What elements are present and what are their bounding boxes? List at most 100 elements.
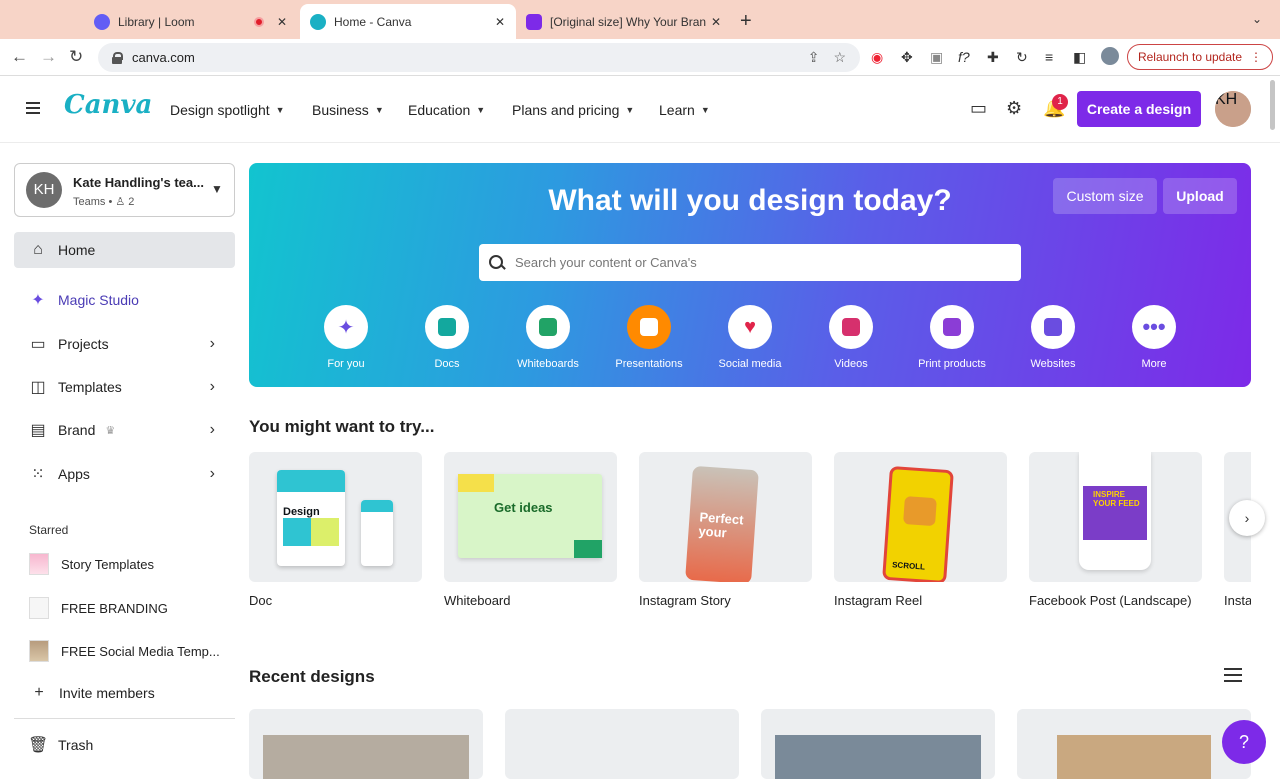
card-thumbnail: Design (249, 452, 422, 582)
category-videos[interactable]: Videos (805, 305, 897, 370)
profile-avatar-icon[interactable] (1101, 47, 1119, 65)
template-card-instagram-reel[interactable]: SCROLL Instagram Reel (834, 452, 1007, 608)
new-tab-icon[interactable]: + (740, 10, 752, 33)
recent-heading: Recent designs (249, 667, 375, 686)
create-design-button[interactable]: Create a design (1077, 91, 1201, 127)
nav-label: Design spotlight (170, 102, 270, 118)
template-card-whiteboard[interactable]: Get ideas Whiteboard (444, 452, 617, 608)
category-whiteboards[interactable]: Whiteboards (502, 305, 594, 370)
category-websites[interactable]: Websites (1007, 305, 1099, 370)
template-card-facebook-post[interactable]: INSPIRE YOUR FEED Facebook Post (Landscap… (1029, 452, 1202, 608)
sidepanel-icon[interactable]: ◧ (1073, 49, 1086, 66)
tab-original-size[interactable]: [Original size] Why Your Brand ✕ (516, 4, 732, 39)
starred-item[interactable]: FREE Social Media Temp... (29, 639, 220, 663)
nav-plans-pricing[interactable]: Plans and pricing ▼ (512, 102, 634, 118)
back-icon[interactable]: ← (11, 47, 28, 67)
bookmark-star-icon[interactable]: ☆ (833, 49, 846, 66)
tab-canva[interactable]: Home - Canva ✕ (300, 4, 516, 39)
nav-design-spotlight[interactable]: Design spotlight ▼ (170, 102, 285, 118)
menu-icon[interactable] (26, 102, 40, 114)
recent-design-card[interactable] (761, 709, 995, 779)
close-tab-icon[interactable]: ✕ (706, 15, 726, 29)
desktop-app-icon[interactable]: ▭ (970, 98, 987, 119)
formula-icon[interactable]: f? (958, 49, 970, 65)
notification-badge: 1 (1052, 94, 1068, 110)
sidebar-item-brand[interactable]: ▤ Brand ♛ › (14, 412, 235, 448)
sync-icon[interactable]: ↻ (1016, 49, 1028, 66)
brand-icon: ▤ (30, 422, 46, 439)
search-input[interactable]: Search your content or Canva's (515, 255, 697, 270)
upload-button[interactable]: Upload (1163, 178, 1237, 214)
template-card-doc[interactable]: Design Doc (249, 452, 422, 608)
lock-icon (112, 51, 123, 64)
templates-icon: ◫ (30, 379, 46, 396)
camera-icon[interactable]: ▣ (930, 49, 943, 66)
sidebar-item-templates[interactable]: ◫ Templates › (14, 369, 235, 405)
address-bar[interactable]: canva.com ⇪ ☆ (98, 43, 860, 72)
whiteboard-icon (539, 318, 557, 336)
starred-thumbnail (29, 553, 49, 575)
browser-toolbar: ← → ↻ canva.com ⇪ ☆ ◉ ✥ ▣ f? ✚ ↻ ≡ ◧ Rel… (0, 39, 1280, 76)
puzzle-icon[interactable]: ✚ (987, 49, 999, 66)
reload-icon[interactable]: ↻ (69, 47, 83, 67)
carousel-next-button[interactable]: › (1229, 500, 1265, 536)
category-print-products[interactable]: Print products (906, 305, 998, 370)
category-more[interactable]: ••• More (1108, 305, 1200, 370)
starred-item[interactable]: FREE BRANDING (29, 596, 168, 620)
category-for-you[interactable]: ✦ For you (300, 305, 392, 370)
close-tab-icon[interactable]: ✕ (272, 15, 292, 29)
canva-logo[interactable]: Canva (64, 90, 152, 120)
category-docs[interactable]: Docs (401, 305, 493, 370)
card-label: Instagram Reel (834, 593, 923, 608)
card-label: Facebook Post (Landscape) (1029, 593, 1192, 608)
canva-design-favicon-icon (526, 13, 542, 30)
extension-icon[interactable]: ✥ (901, 49, 913, 66)
sidebar-item-projects[interactable]: ▭ Projects › (14, 326, 235, 362)
nav-business[interactable]: Business ▼ (312, 102, 384, 118)
search-bar[interactable]: Search your content or Canva's (479, 244, 1021, 281)
sidebar-item-trash[interactable]: 🗑 Trash (14, 727, 235, 763)
recent-design-card[interactable] (249, 709, 483, 779)
recent-design-card[interactable] (1017, 709, 1251, 779)
team-subtitle: Teams • ♙ 2 (73, 196, 135, 208)
crown-icon: ♛ (105, 424, 116, 437)
page-scrollbar[interactable] (1270, 80, 1275, 130)
close-tab-icon[interactable]: ✕ (490, 15, 510, 29)
team-switcher[interactable]: KH Kate Handling's tea... Teams • ♙ 2 ▼ (14, 163, 235, 217)
help-button[interactable]: ? (1222, 720, 1266, 764)
nav-education[interactable]: Education ▼ (408, 102, 485, 118)
forward-icon[interactable]: → (40, 47, 57, 67)
recording-indicator-icon (254, 16, 264, 27)
category-label: Print products (918, 358, 986, 370)
tab-title: [Original size] Why Your Brand (550, 14, 706, 29)
category-label: Presentations (615, 358, 683, 370)
queue-icon[interactable]: ≡ (1045, 49, 1053, 65)
folder-icon: ▭ (30, 336, 46, 353)
settings-gear-icon[interactable]: ⚙ (1006, 98, 1022, 119)
custom-size-button[interactable]: Custom size (1053, 178, 1157, 214)
canva-favicon-icon (310, 13, 326, 30)
home-icon: ⌂ (33, 241, 43, 258)
sidebar-item-label: Home (58, 242, 96, 258)
relaunch-button[interactable]: Relaunch to update ⋮ (1127, 44, 1273, 70)
color-extension-icon[interactable]: ◉ (871, 49, 883, 66)
recent-design-card[interactable] (505, 709, 739, 779)
share-icon[interactable]: ⇪ (808, 49, 820, 66)
category-label: Social media (718, 358, 782, 370)
nav-label: Business (312, 102, 369, 118)
template-card-instagram-story[interactable]: Perfect your Instagram Story (639, 452, 812, 608)
tab-loom[interactable]: Library | Loom ✕ (84, 4, 298, 39)
list-view-icon[interactable] (1224, 668, 1242, 684)
category-social-media[interactable]: ♥ Social media (704, 305, 796, 370)
sidebar-item-magic-studio[interactable]: ✦ Magic Studio (14, 282, 235, 318)
tab-search-chevron-icon[interactable]: ⌄ (1252, 12, 1262, 26)
nav-learn[interactable]: Learn ▼ (659, 102, 710, 118)
sidebar-item-apps[interactable]: ⁙ Apps › (14, 456, 235, 492)
category-presentations[interactable]: Presentations (603, 305, 695, 370)
sidebar-item-home[interactable]: ⌂ Home (14, 232, 235, 268)
starred-label: Story Templates (61, 556, 154, 572)
category-label: For you (327, 358, 365, 370)
invite-members-button[interactable]: + Invite members (14, 675, 235, 711)
tab-title: Library | Loom (118, 14, 195, 29)
starred-item[interactable]: Story Templates (29, 552, 154, 576)
